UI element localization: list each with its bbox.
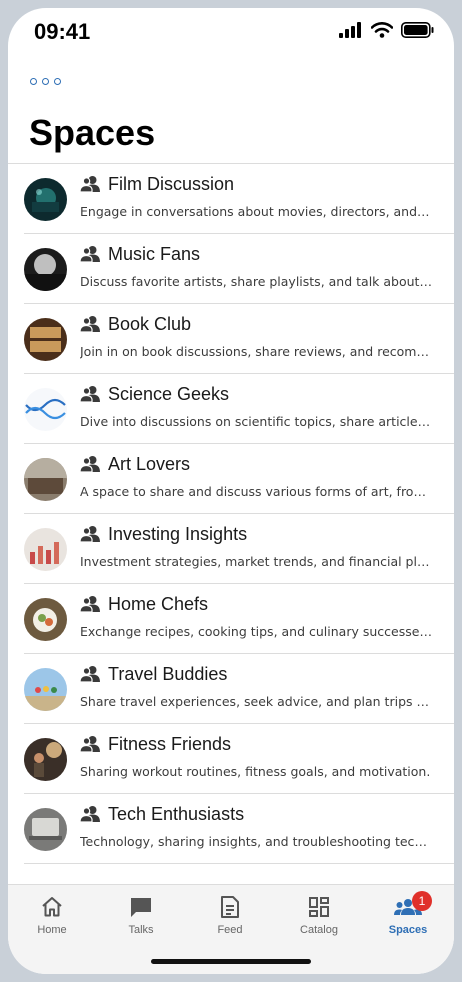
space-description: Exchange recipes, cooking tips, and culi… (80, 624, 432, 639)
space-row-investing-insights[interactable]: Investing Insights Investment strategies… (8, 514, 454, 584)
battery-icon (401, 22, 434, 38)
space-name: Home Chefs (108, 594, 209, 614)
space-avatar (24, 738, 67, 781)
space-avatar (24, 808, 67, 851)
space-avatar (24, 598, 67, 641)
space-description: Investment strategies, market trends, an… (80, 554, 432, 569)
group-icon (80, 526, 100, 543)
page-title: Spaces (29, 112, 156, 153)
tab-home[interactable]: Home (12, 895, 92, 936)
space-name: Investing Insights (108, 524, 248, 544)
group-icon (80, 316, 100, 333)
group-icon (80, 246, 100, 263)
status-bar: 09:41 (8, 8, 454, 56)
space-name: Music Fans (108, 244, 201, 264)
tab-spaces[interactable]: 1 Spaces (368, 891, 448, 936)
tab-catalog[interactable]: Catalog (279, 895, 359, 936)
tab-label: Feed (217, 924, 243, 936)
space-name: Travel Buddies (108, 664, 228, 684)
group-icon (80, 806, 100, 823)
group-icon (80, 456, 100, 473)
space-row-fitness-friends[interactable]: Fitness Friends Sharing workout routines… (8, 724, 454, 794)
chat-icon (131, 898, 151, 917)
space-name: Science Geeks (108, 384, 230, 404)
spaces-list: Film Discussion Engage in conversations … (8, 163, 454, 864)
status-icons (339, 22, 434, 38)
space-row-art-lovers[interactable]: Art Lovers A space to share and discuss … (8, 444, 454, 514)
signal-icon (339, 22, 361, 38)
group-icon (80, 596, 100, 613)
space-avatar (24, 458, 67, 501)
group-icon (80, 176, 100, 193)
space-description: A space to share and discuss various for… (80, 484, 432, 499)
phone-screen: 09:41 Spaces Film Discussion Engage in c… (8, 8, 454, 974)
space-row-music-fans[interactable]: Music Fans Discuss favorite artists, sha… (8, 234, 454, 304)
space-avatar (24, 318, 67, 361)
tab-feed[interactable]: Feed (190, 895, 270, 936)
space-row-science-geeks[interactable]: Science Geeks Dive into discussions on s… (8, 374, 454, 444)
tab-label: Catalog (300, 924, 338, 936)
space-description: Discuss favorite artists, share playlist… (80, 274, 432, 289)
space-name: Book Club (108, 314, 192, 334)
tab-talks[interactable]: Talks (101, 895, 181, 936)
space-row-book-club[interactable]: Book Club Join in on book discussions, s… (8, 304, 454, 374)
space-description: Dive into discussions on scientific topi… (80, 414, 432, 429)
home-icon (42, 897, 62, 917)
wifi-icon (371, 22, 393, 38)
space-avatar (24, 388, 67, 431)
space-name: Fitness Friends (108, 734, 232, 754)
home-indicator (151, 959, 311, 964)
tab-label: Spaces (388, 924, 428, 936)
space-description: Join in on book discussions, share revie… (80, 344, 432, 359)
space-description: Engage in conversations about movies, di… (80, 204, 432, 219)
space-avatar (24, 178, 67, 221)
space-row-tech-enthusiasts[interactable]: Tech Enthusiasts Technology, sharing ins… (8, 794, 454, 864)
space-avatar (24, 248, 67, 291)
space-description: Sharing workout routines, fitness goals,… (80, 764, 431, 779)
tab-label: Home (37, 924, 67, 936)
feed-icon (221, 896, 239, 918)
space-description: Technology, sharing insights, and troubl… (80, 834, 432, 849)
space-name: Tech Enthusiasts (108, 804, 245, 824)
notification-badge: 1 (412, 891, 432, 911)
space-name: Art Lovers (108, 454, 191, 474)
group-icon (80, 386, 100, 403)
tab-label: Talks (128, 924, 154, 936)
catalog-icon (309, 897, 329, 917)
space-row-film-discussion[interactable]: Film Discussion Engage in conversations … (8, 164, 454, 234)
space-row-home-chefs[interactable]: Home Chefs Exchange recipes, cooking tip… (8, 584, 454, 654)
space-name: Film Discussion (108, 174, 235, 194)
more-options-icon[interactable] (30, 78, 61, 85)
group-icon (80, 666, 100, 683)
space-description: Share travel experiences, seek advice, a… (80, 694, 432, 709)
space-avatar (24, 668, 67, 711)
status-time: 09:41 (34, 19, 91, 44)
group-icon (80, 736, 100, 753)
space-avatar (24, 528, 67, 571)
space-row-travel-buddies[interactable]: Travel Buddies Share travel experiences,… (8, 654, 454, 724)
